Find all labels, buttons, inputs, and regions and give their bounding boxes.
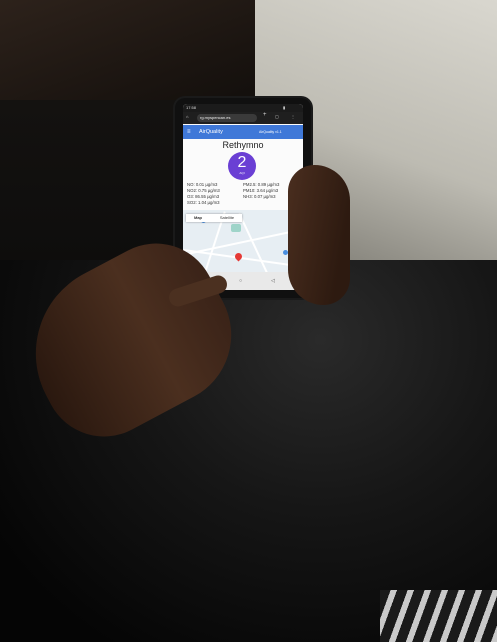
back-icon[interactable]: ◁: [271, 278, 275, 284]
aqi-badge: 2 AQI: [228, 152, 256, 180]
striped-fabric: [380, 590, 497, 642]
home-icon[interactable]: ⌂: [186, 114, 188, 119]
status-time: 17:58: [186, 105, 197, 110]
tabs-icon[interactable]: ▢: [275, 114, 279, 119]
pollutant-left: SO2: 1.04 µg/m3: [187, 200, 220, 205]
aqi-unit: AQI: [239, 171, 245, 175]
menu-icon[interactable]: ≡: [187, 129, 193, 135]
tab-map[interactable]: Map: [186, 214, 210, 222]
pollutant-right: PM2.5: 0.89 µg/m3: [243, 182, 280, 187]
photo-scene: 17:58 ▮ ⌂ rg.myspencan.es + ▢ ⋮ ≡ AirQua…: [0, 0, 497, 642]
status-bar: 17:58 ▮: [183, 104, 303, 112]
more-icon[interactable]: ⋮: [291, 114, 295, 119]
app-version: AirQuality v1.1: [259, 130, 282, 134]
right-hand: [288, 165, 350, 305]
pollutant-left: NO: 0.01 µg/m3: [187, 182, 218, 187]
tab-satellite[interactable]: Satellite: [212, 214, 242, 222]
aqi-value: 2: [237, 154, 247, 171]
new-tab-icon[interactable]: +: [263, 112, 267, 118]
pollutant-left: O3: 86.55 µg/m3: [187, 194, 220, 199]
url-field[interactable]: rg.myspencan.es: [197, 114, 257, 122]
battery-icon: ▮: [283, 105, 286, 110]
map-type-tabs: Map Satellite: [186, 214, 242, 222]
pollutant-right: PM10: 3.64 µg/m3: [243, 188, 279, 193]
city-name: Rethymno: [222, 140, 264, 150]
pollutant-right: NH3: 0.07 µg/m3: [243, 194, 276, 199]
app-title: AirQuality: [199, 129, 223, 135]
phone-screen: 17:58 ▮ ⌂ rg.myspencan.es + ▢ ⋮ ≡ AirQua…: [183, 104, 303, 290]
map-poi-icon: [231, 224, 241, 232]
home-button-icon[interactable]: ○: [239, 278, 242, 284]
pollutant-left: NO2: 0.75 µg/m3: [187, 188, 220, 193]
